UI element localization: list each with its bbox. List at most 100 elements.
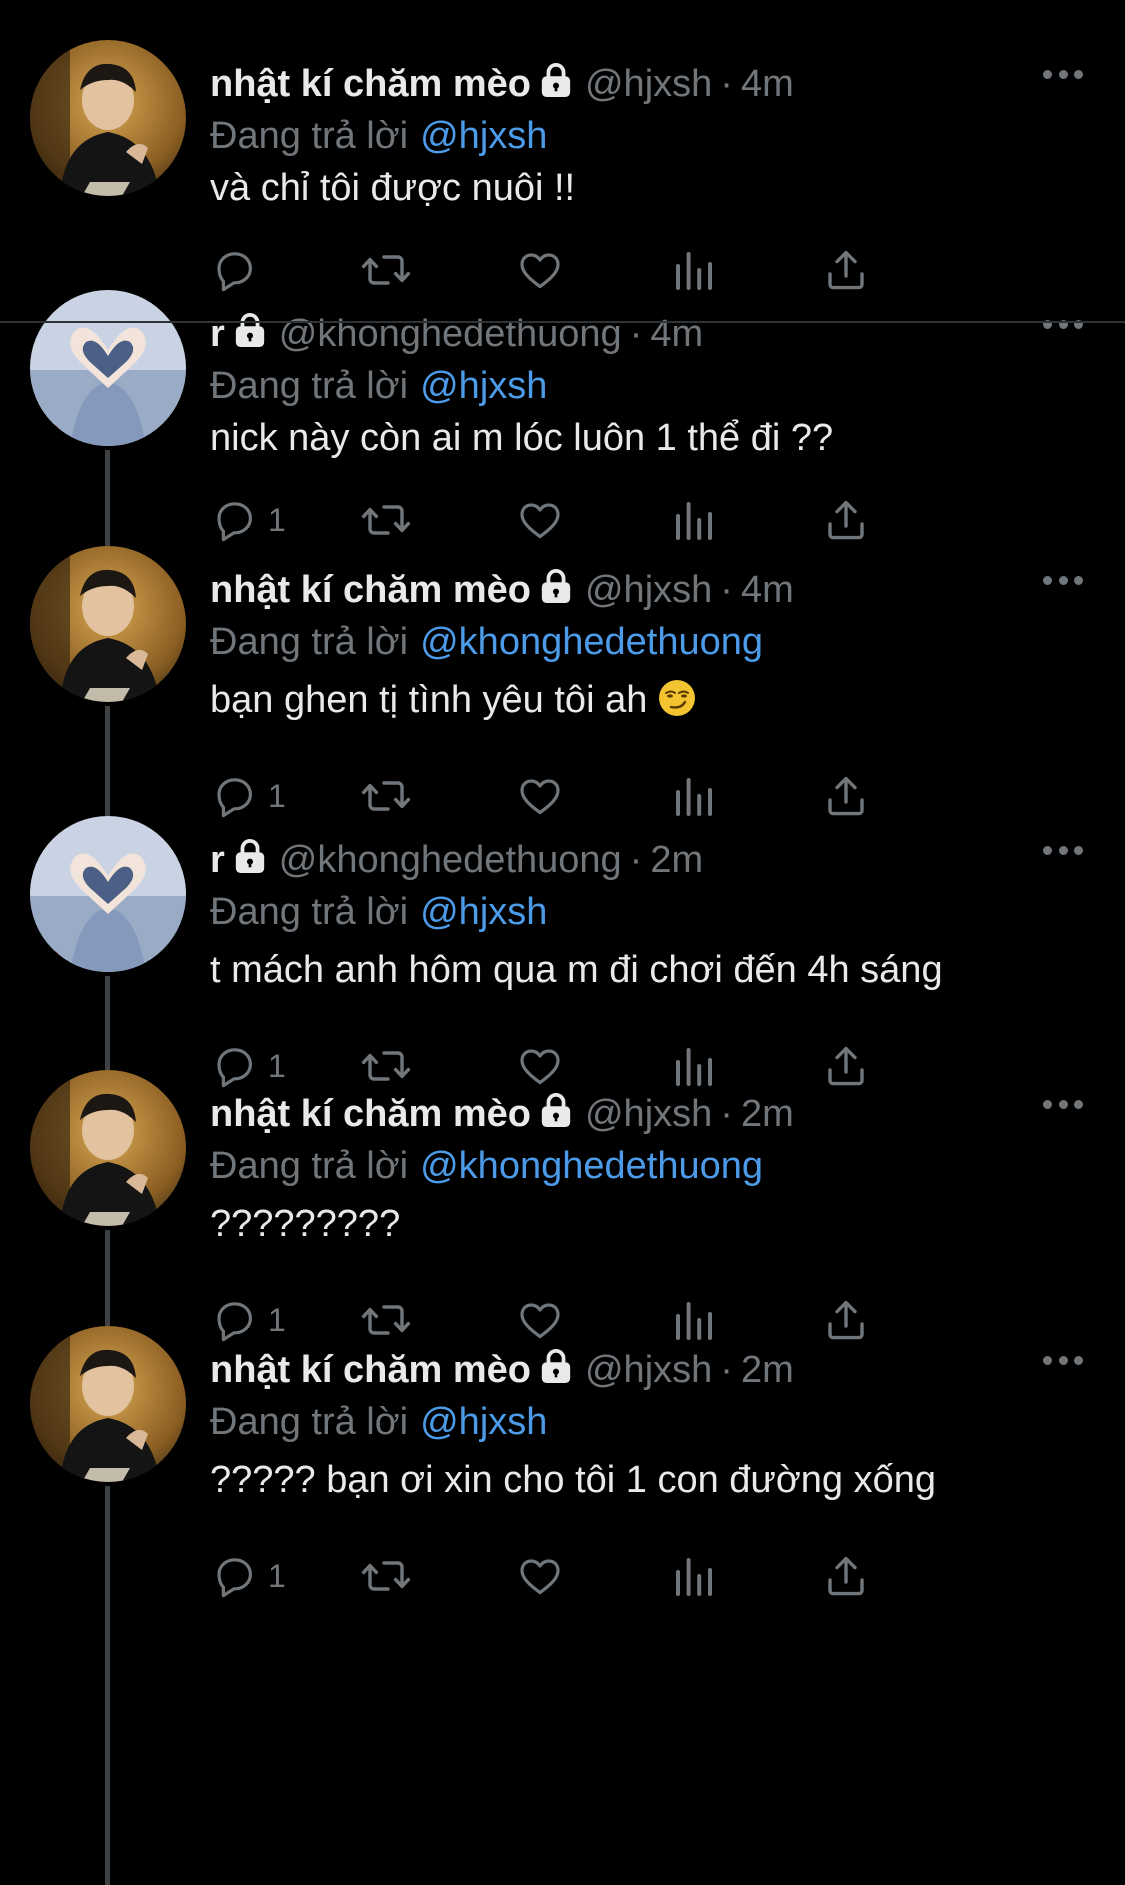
timestamp[interactable]: 2m — [650, 839, 703, 881]
tweet[interactable]: nhật kí chăm mèo @hjxsh · 2m Đang trả lời @hj… — [0, 1326, 1125, 1885]
share-button[interactable] — [822, 490, 870, 550]
display-name[interactable]: nhật kí chăm mèo — [210, 1349, 531, 1391]
analytics-icon — [672, 1552, 716, 1600]
more-options-icon[interactable] — [1043, 1100, 1083, 1112]
tweet-header: nhật kí chăm mèo @hjxsh · 2m — [210, 1340, 1025, 1400]
smirk-face-emoji-icon — [657, 678, 697, 734]
timestamp[interactable]: 4m — [741, 569, 794, 611]
replying-to-handle[interactable]: @hjxsh — [420, 115, 547, 157]
tweet-text-content: t mách anh hôm qua m đi chơi đến 4h sáng — [210, 949, 943, 991]
tweet[interactable]: nhật kí chăm mèo @hjxsh · 4m Đang trả lời @hj… — [0, 40, 1125, 292]
reply-count: 1 — [268, 1558, 286, 1594]
tweet[interactable]: nhật kí chăm mèo @hjxsh · 2m Đang trả lời @kh… — [0, 1070, 1125, 1342]
reply-button[interactable]: 1 — [210, 490, 286, 550]
tweet-header: nhật kí chăm mèo @hjxsh · 4m — [210, 54, 1025, 114]
user-handle[interactable]: @khonghedethuong — [279, 313, 622, 355]
timestamp[interactable]: 4m — [650, 313, 703, 355]
user-handle[interactable]: @hjxsh — [585, 63, 712, 105]
retweet-button[interactable] — [360, 1546, 412, 1606]
like-icon — [515, 246, 565, 294]
replying-to-handle[interactable]: @khonghedethuong — [420, 621, 763, 663]
reply-icon — [210, 496, 258, 544]
display-name[interactable]: nhật kí chăm mèo — [210, 1093, 531, 1135]
display-name[interactable]: r — [210, 313, 225, 355]
tweet-text: ????? bạn ơi xin cho tôi 1 con đường xốn… — [210, 1452, 936, 1508]
separator-dot: · — [629, 839, 643, 881]
reply-icon — [210, 246, 258, 294]
like-icon — [515, 1552, 565, 1600]
reply-icon — [210, 1552, 258, 1600]
more-options-icon[interactable] — [1043, 70, 1083, 82]
analytics-icon — [672, 496, 716, 544]
more-options-icon[interactable] — [1043, 576, 1083, 588]
more-options-icon[interactable] — [1043, 1356, 1083, 1368]
more-options-icon[interactable] — [1043, 846, 1083, 858]
timestamp[interactable]: 2m — [741, 1093, 794, 1135]
avatar[interactable] — [30, 1326, 186, 1482]
replying-to-label: Đang trả lời — [210, 891, 409, 933]
tweet-text-content: bạn ghen tị tình yêu tôi ah — [210, 679, 648, 721]
tweet-text-content: ????????? — [210, 1203, 401, 1245]
display-name[interactable]: r — [210, 839, 225, 881]
avatar[interactable] — [30, 40, 186, 196]
timestamp[interactable]: 4m — [741, 63, 794, 105]
separator-dot: · — [720, 63, 733, 105]
replying-to-handle[interactable]: @khonghedethuong — [420, 1145, 763, 1187]
replying-to: Đang trả lời @hjxsh — [210, 106, 547, 166]
like-button[interactable] — [515, 490, 565, 550]
thread-connector — [105, 450, 110, 546]
like-button[interactable] — [515, 1546, 565, 1606]
tweet-actions: 1 — [210, 1546, 1010, 1606]
replying-to: Đang trả lời @khonghedethuong — [210, 612, 763, 672]
display-name[interactable]: nhật kí chăm mèo — [210, 63, 531, 105]
tweet-text-content: nick này còn ai m lóc luôn 1 thể đi ?? — [210, 417, 834, 459]
share-icon — [822, 772, 870, 820]
thread-connector — [105, 976, 110, 1070]
tweet[interactable]: nhật kí chăm mèo @hjxsh · 4m Đang trả lời @kh… — [0, 546, 1125, 818]
analytics-icon — [672, 246, 716, 294]
share-icon — [822, 1552, 870, 1600]
tweet-header: nhật kí chăm mèo @hjxsh · 4m — [210, 560, 1025, 620]
tweet-text: nick này còn ai m lóc luôn 1 thể đi ?? — [210, 410, 833, 466]
avatar[interactable] — [30, 1070, 186, 1226]
avatar[interactable] — [30, 290, 186, 446]
tweet-header: r @khonghedethuong · 4m — [210, 304, 1025, 364]
timestamp[interactable]: 2m — [741, 1349, 794, 1391]
analytics-button[interactable] — [672, 490, 716, 550]
like-icon — [515, 772, 565, 820]
separator-dot: · — [720, 569, 733, 611]
share-icon — [822, 246, 870, 294]
user-handle[interactable]: @hjxsh — [585, 1093, 712, 1135]
replying-to-handle[interactable]: @hjxsh — [420, 1401, 547, 1443]
reply-icon — [210, 772, 258, 820]
share-button[interactable] — [822, 1546, 870, 1606]
replying-to: Đang trả lời @hjxsh — [210, 1392, 547, 1452]
reply-button[interactable]: 1 — [210, 1546, 286, 1606]
analytics-icon — [672, 772, 716, 820]
analytics-button[interactable] — [672, 1546, 716, 1606]
avatar[interactable] — [30, 816, 186, 972]
replying-to-handle[interactable]: @hjxsh — [420, 891, 547, 933]
avatar[interactable] — [30, 546, 186, 702]
display-name[interactable]: nhật kí chăm mèo — [210, 569, 531, 611]
tweet-divider — [0, 321, 1125, 323]
replying-to-label: Đang trả lời — [210, 621, 409, 663]
retweet-button[interactable] — [360, 490, 412, 550]
user-handle[interactable]: @hjxsh — [585, 1349, 712, 1391]
user-handle[interactable]: @khonghedethuong — [279, 839, 622, 881]
retweet-icon — [360, 496, 412, 544]
tweet[interactable]: r @khonghedethuong · 4m Đang trả lời @hjxsh ni… — [0, 290, 1125, 546]
share-icon — [822, 496, 870, 544]
replying-to-label: Đang trả lời — [210, 115, 409, 157]
user-handle[interactable]: @hjxsh — [585, 569, 712, 611]
replying-to-label: Đang trả lời — [210, 1145, 409, 1187]
thread-connector — [105, 706, 110, 816]
tweet-text: bạn ghen tị tình yêu tôi ah — [210, 672, 697, 734]
tweet-header: nhật kí chăm mèo @hjxsh · 2m — [210, 1084, 1025, 1144]
replying-to-label: Đang trả lời — [210, 365, 409, 407]
replying-to-handle[interactable]: @hjxsh — [420, 365, 547, 407]
replying-to: Đang trả lời @hjxsh — [210, 882, 547, 942]
retweet-icon — [360, 246, 412, 294]
separator-dot: · — [720, 1349, 733, 1391]
tweet[interactable]: r @khonghedethuong · 2m Đang trả lời @hjxsh t … — [0, 816, 1125, 1088]
